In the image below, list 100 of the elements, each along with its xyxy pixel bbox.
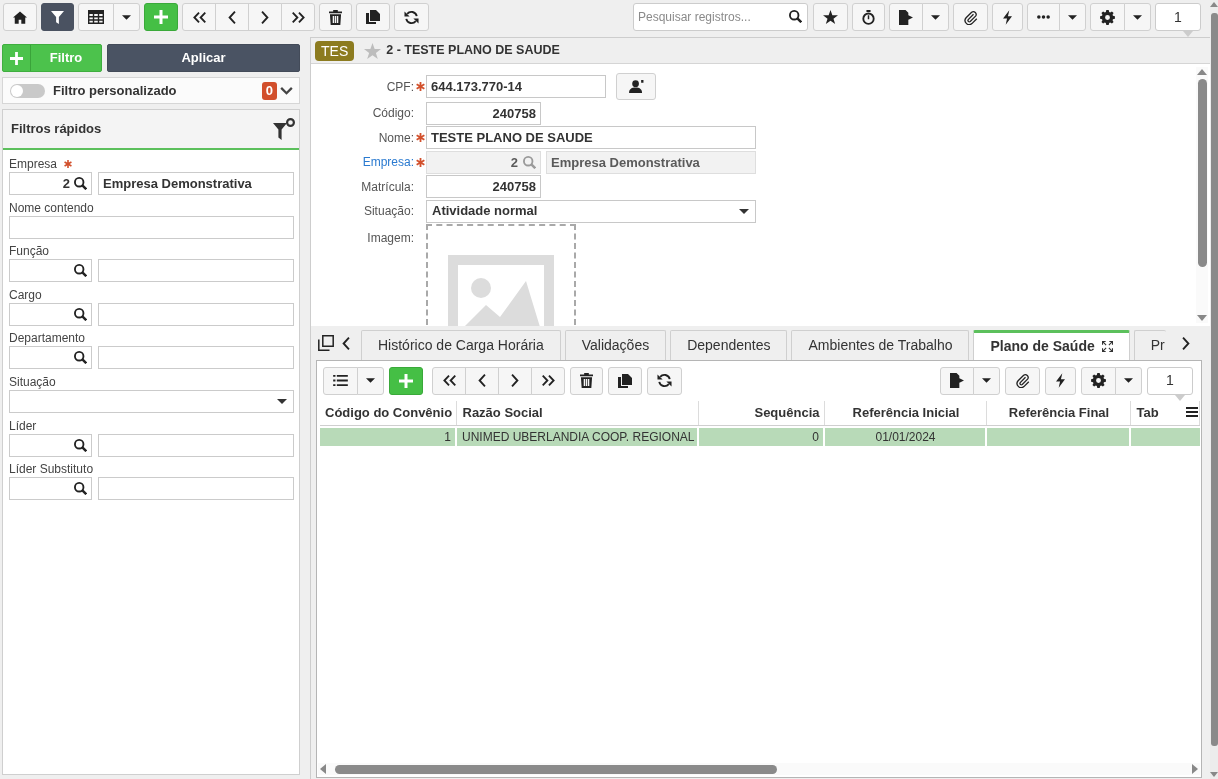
input-field[interactable]: TESTE PLANO DE SAUDE <box>426 126 756 149</box>
caret-icon <box>277 398 287 404</box>
scrollbar[interactable] <box>318 763 1200 775</box>
tab[interactable]: Validações <box>564 330 667 360</box>
previous-button[interactable] <box>215 3 249 31</box>
input-field[interactable] <box>98 346 294 370</box>
input-field[interactable]: 644.173.770-14 <box>426 75 606 98</box>
search-icon[interactable] <box>74 351 87 365</box>
next-button[interactable] <box>498 366 532 395</box>
search-icon[interactable] <box>74 177 87 190</box>
search-icon[interactable] <box>74 438 87 452</box>
actions-button[interactable] <box>1045 366 1076 395</box>
previous-button[interactable] <box>465 366 499 395</box>
dropdown-button[interactable] <box>1059 3 1086 31</box>
funnel-icon[interactable] <box>273 118 295 140</box>
column-header[interactable]: Razão Social <box>456 401 698 425</box>
document-icon <box>899 9 913 25</box>
favorites-button[interactable] <box>813 3 848 31</box>
tab[interactable]: Plano de Saúde <box>973 330 1130 360</box>
first-button[interactable] <box>182 3 216 31</box>
scrollbar[interactable] <box>1196 67 1208 323</box>
input-field[interactable] <box>9 215 294 239</box>
refresh-button[interactable] <box>647 366 682 395</box>
table-icon <box>88 10 104 24</box>
list-view-button[interactable] <box>323 366 358 395</box>
search-icon[interactable] <box>789 10 802 23</box>
attachment-button[interactable] <box>953 3 988 31</box>
select-field[interactable] <box>9 389 294 413</box>
actions-button[interactable] <box>992 3 1023 31</box>
code-field[interactable] <box>9 302 92 326</box>
expand-icon[interactable] <box>1101 341 1113 352</box>
grid-view-button[interactable] <box>78 3 114 31</box>
code-field[interactable]: 2 <box>9 172 92 195</box>
user-search-button[interactable] <box>616 73 656 100</box>
attachment-button[interactable] <box>1005 366 1040 395</box>
dropdown-button[interactable] <box>973 366 1000 395</box>
toggle-switch[interactable] <box>10 83 45 98</box>
settings-button[interactable] <box>1090 3 1125 31</box>
home-button[interactable] <box>3 3 37 31</box>
home-icon <box>13 10 27 24</box>
dropdown-button[interactable] <box>1115 366 1142 395</box>
last-button[interactable] <box>281 3 315 31</box>
scrollbar[interactable] <box>1210 0 1218 779</box>
code-field[interactable] <box>9 259 92 283</box>
code-field[interactable] <box>9 346 92 370</box>
tab[interactable]: Pr <box>1133 330 1166 360</box>
tab[interactable]: Dependentes <box>670 330 788 360</box>
duplicate-button[interactable] <box>356 3 390 31</box>
chevron-down-icon[interactable] <box>280 86 293 95</box>
input-field[interactable] <box>98 433 294 457</box>
dropdown-button[interactable] <box>113 3 140 31</box>
tab[interactable]: Ambientes de Trabalho <box>791 330 970 360</box>
caret-icon <box>739 208 749 214</box>
page-number-field[interactable]: 1 <box>1147 366 1193 395</box>
export-button[interactable] <box>889 3 923 31</box>
delete-button[interactable] <box>570 366 603 395</box>
input-field[interactable] <box>98 259 294 283</box>
filter-button[interactable] <box>41 3 74 31</box>
add-button[interactable] <box>389 366 423 395</box>
table-row[interactable]: 1 UNIMED UBERLANDIA COOP. REGIONAL 0 01/01/2024 <box>319 428 1200 446</box>
refresh-button[interactable] <box>394 3 429 31</box>
dropdown-button[interactable] <box>357 366 384 395</box>
apply-button[interactable]: Aplicar <box>107 44 300 72</box>
search-field[interactable]: Pesquisar registros... <box>633 3 808 31</box>
last-button[interactable] <box>531 366 565 395</box>
column-header[interactable]: Código do Convênio <box>319 401 456 425</box>
star-icon[interactable] <box>364 42 382 59</box>
input-field[interactable]: 240758 <box>426 101 541 125</box>
dropdown-button[interactable] <box>922 3 949 31</box>
double-chevron-right-icon <box>291 11 305 23</box>
chevron-left-icon[interactable] <box>342 336 350 350</box>
input-field[interactable]: Empresa Demonstrativa <box>98 172 294 195</box>
column-header[interactable]: Sequência <box>698 401 824 425</box>
duplicate-button[interactable] <box>608 366 642 395</box>
page-number-field[interactable]: 1 <box>1155 3 1201 31</box>
input-field[interactable]: 240758 <box>426 175 541 198</box>
select-field[interactable]: Atividade normal <box>426 199 756 223</box>
search-icon[interactable] <box>74 307 87 321</box>
field-label: Departamento <box>9 330 86 348</box>
dropdown-button[interactable] <box>1124 3 1151 31</box>
first-button[interactable] <box>432 366 466 395</box>
settings-button[interactable] <box>1081 366 1116 395</box>
input-field[interactable] <box>98 477 294 501</box>
column-header[interactable]: Referência Final <box>986 401 1130 425</box>
chevron-right-icon[interactable] <box>1182 336 1190 350</box>
input-field[interactable] <box>98 302 294 326</box>
column-header[interactable]: Referência Inicial <box>824 401 986 425</box>
dots-icon <box>1037 15 1050 19</box>
tab[interactable]: Histórico de Carga Horária <box>361 330 561 360</box>
squares-icon[interactable] <box>318 335 334 351</box>
more-button[interactable] <box>1027 3 1060 31</box>
search-icon[interactable] <box>74 482 87 496</box>
code-field[interactable] <box>9 477 92 501</box>
search-icon[interactable] <box>74 264 87 278</box>
record-badge: TES <box>315 40 355 61</box>
timer-button[interactable] <box>852 3 885 31</box>
next-button[interactable] <box>248 3 282 31</box>
export-button[interactable] <box>940 366 974 395</box>
code-field[interactable] <box>9 433 92 457</box>
delete-button[interactable] <box>319 3 352 31</box>
